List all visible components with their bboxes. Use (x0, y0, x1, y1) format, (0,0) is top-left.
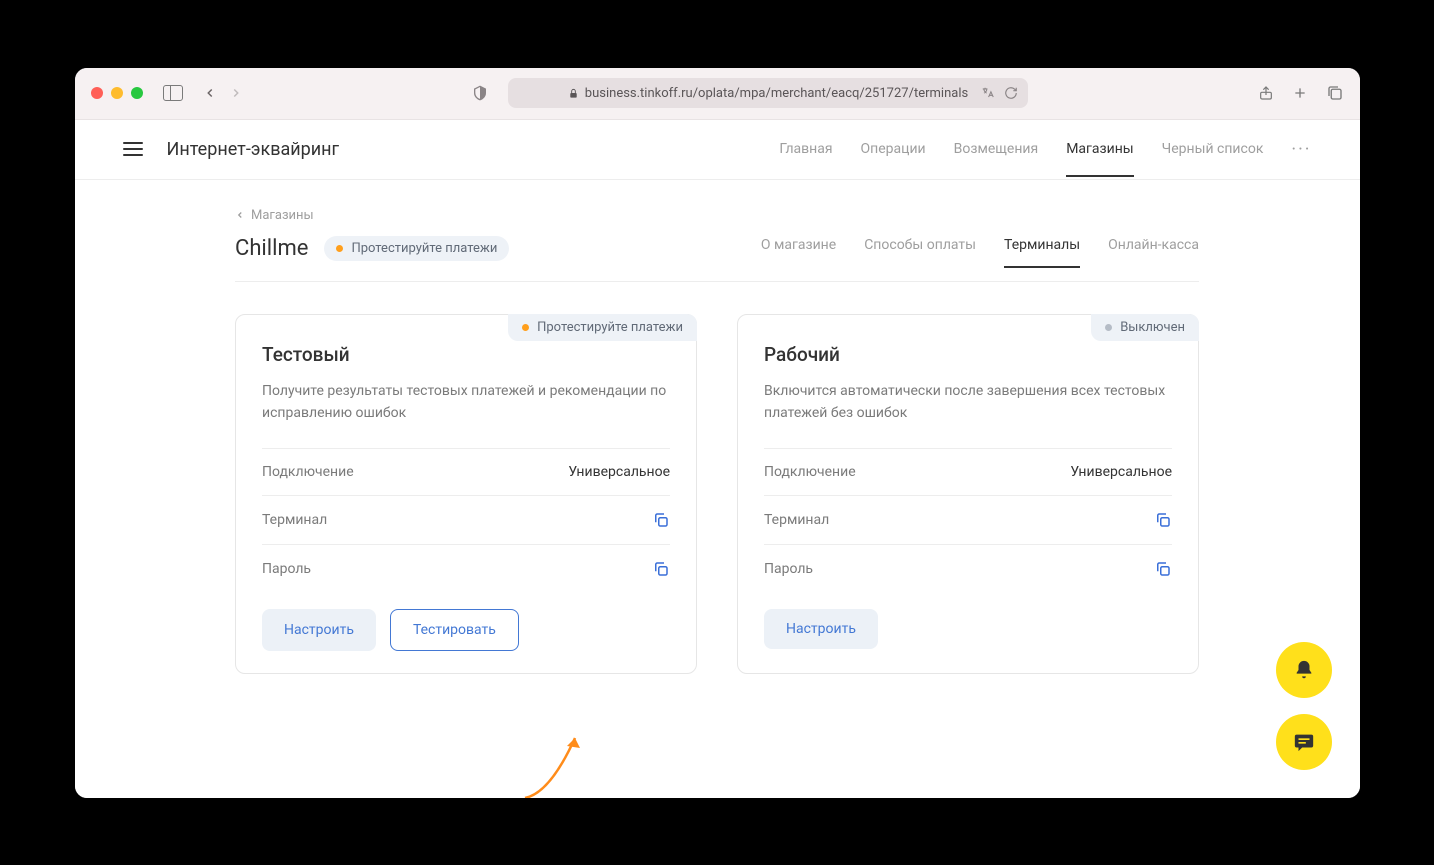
shop-header: Chillme Протестируйте платежи О магазине… (235, 231, 1199, 282)
chat-fab[interactable] (1276, 714, 1332, 770)
tab-payment-methods[interactable]: Способы оплаты (864, 231, 976, 267)
share-icon[interactable] (1258, 84, 1274, 102)
card-prod-actions: Настроить (764, 609, 1172, 649)
card-test-terminal: Протестируйте платежи Тестовый Получите … (235, 314, 697, 674)
url-text: business.tinkoff.ru/oplata/mpa/merchant/… (585, 86, 968, 101)
card-prod-badge-label: Выключен (1120, 320, 1185, 335)
card-test-title: Тестовый (262, 343, 670, 366)
field-connection-label: Подключение (764, 464, 856, 480)
fab-column (1276, 642, 1332, 770)
nav-back-icon[interactable] (203, 86, 217, 100)
new-tab-icon[interactable] (1292, 84, 1308, 102)
lock-icon (568, 88, 579, 99)
copy-icon[interactable] (652, 560, 670, 578)
browser-window: business.tinkoff.ru/oplata/mpa/merchant/… (75, 68, 1360, 798)
nav-blacklist[interactable]: Черный список (1162, 121, 1264, 177)
window-maximize[interactable] (131, 87, 143, 99)
card-prod-title: Рабочий (764, 343, 1172, 366)
shop-name: Chillme (235, 236, 308, 261)
status-dot-icon (336, 245, 343, 252)
field-password-label: Пароль (764, 561, 813, 577)
nav-arrows (203, 86, 243, 100)
cards: Протестируйте платежи Тестовый Получите … (235, 314, 1199, 674)
copy-icon[interactable] (652, 511, 670, 529)
card-test-badge-label: Протестируйте платежи (537, 320, 683, 335)
status-dot-icon (522, 324, 529, 331)
nav-operations[interactable]: Операции (861, 121, 926, 177)
card-prod-terminal: Выключен Рабочий Включится автоматически… (737, 314, 1199, 674)
field-terminal: Терминал (764, 495, 1172, 544)
app-title: Интернет-эквайринг (167, 139, 340, 160)
card-test-desc: Получите результаты тестовых платежей и … (262, 380, 670, 428)
field-password-label: Пароль (262, 561, 311, 577)
tabs-icon[interactable] (1326, 84, 1344, 102)
window-close[interactable] (91, 87, 103, 99)
browser-chrome: business.tinkoff.ru/oplata/mpa/merchant/… (75, 68, 1360, 120)
test-button[interactable]: Тестировать (390, 609, 519, 651)
reload-icon[interactable] (1004, 86, 1018, 100)
copy-icon[interactable] (1154, 511, 1172, 529)
field-terminal-label: Терминал (764, 512, 829, 528)
field-connection: Подключение Универсальное (764, 448, 1172, 495)
field-password: Пароль (262, 544, 670, 593)
copy-icon[interactable] (1154, 560, 1172, 578)
nav-shops[interactable]: Магазины (1066, 121, 1133, 177)
card-prod-badge: Выключен (1091, 314, 1199, 341)
traffic-lights (91, 87, 143, 99)
translate-icon[interactable] (980, 86, 996, 100)
field-password: Пароль (764, 544, 1172, 593)
tab-terminals[interactable]: Терминалы (1004, 231, 1080, 267)
breadcrumb[interactable]: Магазины (235, 208, 1199, 223)
shop-status-badge: Протестируйте платежи (324, 236, 509, 261)
configure-button[interactable]: Настроить (764, 609, 878, 649)
status-dot-icon (1105, 324, 1112, 331)
field-connection-value: Универсальное (1070, 464, 1172, 480)
field-connection-value: Универсальное (568, 464, 670, 480)
url-bar[interactable]: business.tinkoff.ru/oplata/mpa/merchant/… (508, 78, 1028, 108)
nav-forward-icon[interactable] (229, 86, 243, 100)
page: Интернет-эквайринг Главная Операции Возм… (75, 120, 1360, 798)
nav-main[interactable]: Главная (779, 121, 832, 177)
card-test-actions: Настроить Тестировать (262, 609, 670, 651)
menu-icon[interactable] (123, 142, 143, 156)
field-terminal-label: Терминал (262, 512, 327, 528)
privacy-shield-icon[interactable] (472, 84, 488, 102)
topnav-items: Главная Операции Возмещения Магазины Чер… (779, 121, 1311, 177)
nav-more-icon[interactable]: ··· (1291, 139, 1311, 160)
configure-button[interactable]: Настроить (262, 609, 376, 651)
content: Магазины Chillme Протестируйте платежи О… (187, 180, 1247, 702)
breadcrumb-label: Магазины (251, 208, 314, 223)
chevron-left-icon (235, 210, 245, 220)
card-test-badge: Протестируйте платежи (508, 314, 697, 341)
tab-online-kassa[interactable]: Онлайн-касса (1108, 231, 1199, 267)
shop-status-label: Протестируйте платежи (351, 241, 497, 256)
arrow-annotation-icon (515, 718, 605, 798)
subtabs: О магазине Способы оплаты Терминалы Онла… (761, 231, 1199, 267)
nav-refunds[interactable]: Возмещения (954, 121, 1039, 177)
field-connection-label: Подключение (262, 464, 354, 480)
topnav: Интернет-эквайринг Главная Операции Возм… (75, 120, 1360, 180)
notifications-fab[interactable] (1276, 642, 1332, 698)
field-terminal: Терминал (262, 495, 670, 544)
card-prod-desc: Включится автоматически после завершения… (764, 380, 1172, 428)
tab-about[interactable]: О магазине (761, 231, 836, 267)
sidebar-toggle-icon[interactable] (163, 85, 183, 101)
window-minimize[interactable] (111, 87, 123, 99)
field-connection: Подключение Универсальное (262, 448, 670, 495)
